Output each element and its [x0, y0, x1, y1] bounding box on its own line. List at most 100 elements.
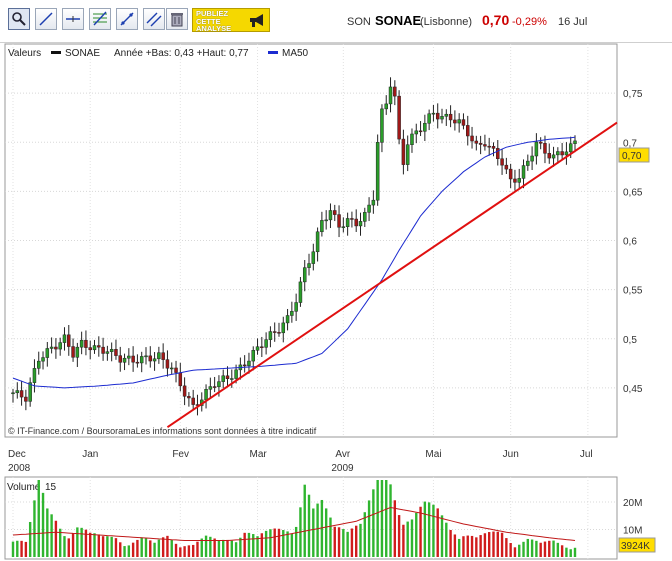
candle-up: [423, 122, 427, 132]
volume-bar: [466, 535, 469, 557]
candle-up: [62, 334, 67, 343]
volume-bar: [329, 517, 332, 557]
volume-bar: [149, 540, 152, 557]
candle-down: [225, 375, 230, 379]
volume-bar: [346, 531, 349, 557]
volume-bar: [440, 515, 444, 557]
volume-bar: [54, 520, 58, 557]
candle-up: [247, 360, 251, 367]
candle-up: [521, 165, 526, 179]
volume-bar: [526, 538, 530, 557]
volume-bar: [234, 542, 238, 557]
candle-up: [384, 103, 388, 110]
candle-up: [380, 108, 384, 143]
volume-bar: [170, 539, 173, 557]
volume-bar: [552, 540, 555, 557]
volume-bar: [247, 532, 251, 557]
candle-up: [457, 119, 461, 124]
candle-up: [11, 392, 15, 395]
volume-bar: [402, 524, 405, 557]
volume-bar: [140, 537, 143, 557]
candle-up: [568, 143, 573, 153]
channel-tool[interactable]: [143, 8, 165, 30]
last-volume-label: 3924K: [621, 541, 650, 552]
candle-up: [169, 367, 174, 370]
volume-bar: [363, 512, 366, 557]
volume-bar: [303, 484, 306, 557]
trend-icon: [120, 12, 134, 26]
volume-bar: [389, 484, 392, 557]
volume-bar: [294, 526, 298, 557]
volume-bar: [209, 536, 212, 557]
volume-bar: [487, 532, 491, 557]
candle-down: [547, 153, 551, 159]
volume-bar: [187, 545, 191, 557]
candle-down: [418, 130, 423, 133]
trend-tool[interactable]: [116, 8, 138, 30]
quote-date: 16 Jul: [558, 16, 588, 28]
volume-bar: [312, 508, 315, 557]
candle-up: [328, 210, 333, 221]
x-tick-month: Fev: [172, 449, 189, 460]
y-tick-label: 0,6: [623, 237, 637, 248]
candle-up: [371, 199, 376, 206]
volume-bar: [479, 535, 482, 557]
candle-up: [127, 355, 131, 359]
quote-market: (Lisbonne): [420, 16, 472, 28]
volume-bar: [217, 540, 221, 557]
publish-analysis-button[interactable]: PUBLIEZ CETTE ANALYSE: [192, 8, 270, 32]
volume-bar: [457, 538, 461, 557]
volume-bar: [376, 480, 379, 557]
volume-bar: [290, 533, 294, 557]
candle-up: [358, 221, 363, 227]
volume-bar: [385, 480, 388, 557]
candle-up: [440, 116, 444, 120]
candle-up: [414, 130, 419, 135]
volume-bar: [350, 528, 354, 557]
candle-down: [448, 113, 453, 121]
volume-bar: [114, 538, 118, 557]
fibonacci-tool[interactable]: [89, 8, 111, 30]
candle-down: [560, 151, 564, 156]
channel-icon: [146, 12, 162, 27]
copyright-note: © IT-Finance.com / BoursoramaLes informa…: [8, 426, 317, 436]
candle-down: [508, 168, 513, 180]
volume-bar: [191, 544, 195, 557]
volume-bar: [505, 538, 508, 557]
candle-up: [534, 141, 539, 157]
volume-bar: [307, 494, 311, 557]
y-tick-label: 0,65: [623, 187, 643, 198]
candle-down: [337, 214, 341, 228]
candle-up: [311, 251, 316, 264]
volume-bar: [342, 529, 345, 557]
x-tick-month: Mai: [425, 449, 441, 460]
candle-down: [397, 95, 401, 140]
y-tick-label: 0,55: [623, 286, 643, 297]
volume-bar: [569, 549, 572, 557]
horizontal-line-tool[interactable]: [62, 8, 84, 30]
volume-bar: [196, 541, 199, 557]
candle-up: [307, 263, 311, 268]
candle-down: [461, 119, 466, 126]
volume-bar: [33, 500, 36, 557]
line-tool[interactable]: [35, 8, 57, 30]
candle-down: [174, 367, 178, 373]
candle-down: [101, 346, 105, 354]
candle-down: [333, 210, 337, 215]
volume-bar: [397, 515, 401, 557]
x-tick-year: 2009: [331, 463, 354, 474]
candle-down: [466, 125, 470, 137]
trash-icon: [171, 13, 183, 27]
candle-up: [530, 155, 534, 162]
candle-down: [212, 386, 217, 388]
zoom-tool[interactable]: [8, 8, 30, 30]
candle-down: [401, 138, 406, 165]
candle-up: [45, 348, 50, 358]
x-tick-month: Jan: [82, 449, 98, 460]
volume-bar: [16, 540, 19, 557]
candle-down: [161, 352, 165, 360]
delete-tool[interactable]: [166, 8, 188, 30]
volume-bar: [509, 543, 512, 557]
volume-bar: [80, 527, 83, 557]
candle-down: [538, 141, 543, 144]
